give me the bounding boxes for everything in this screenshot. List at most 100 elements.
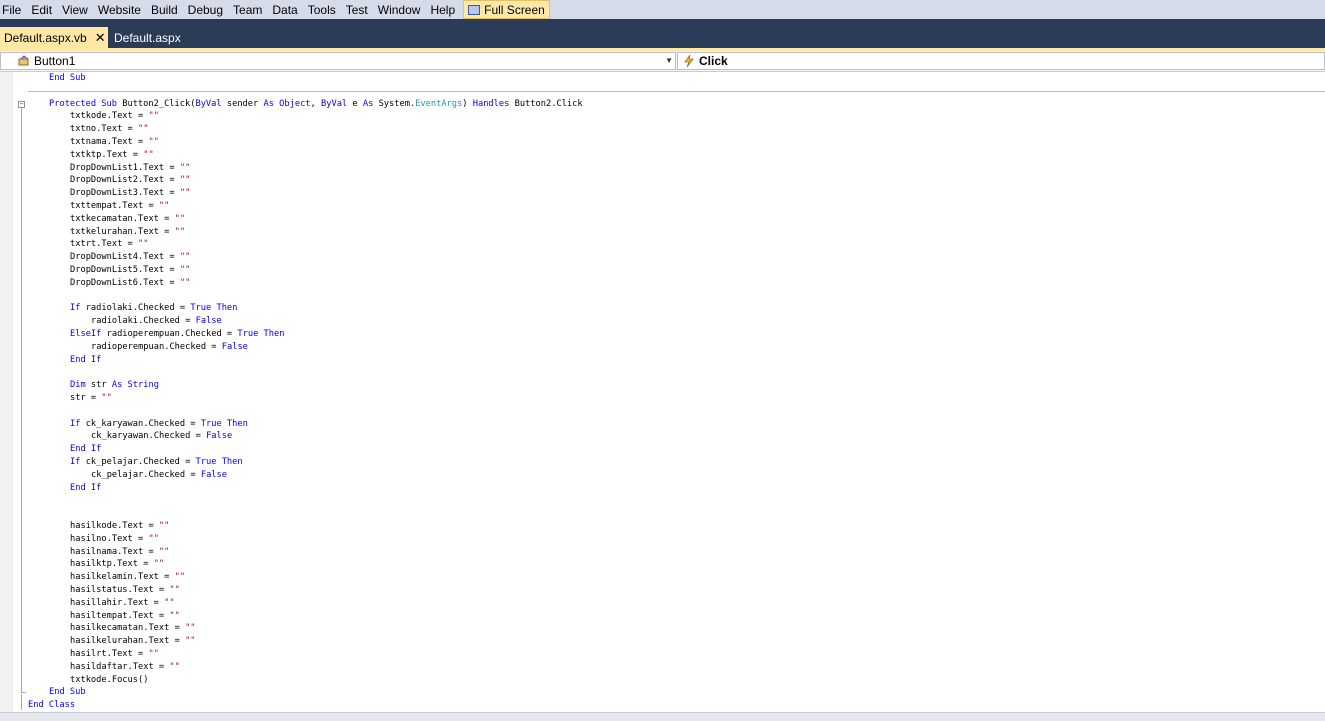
code-line[interactable]: radiolaki.Checked = False bbox=[91, 315, 222, 328]
code-line[interactable]: str = "" bbox=[70, 392, 112, 405]
code-token: radiolaki.Checked = bbox=[91, 316, 196, 327]
code-line[interactable]: DropDownList3.Text = "" bbox=[70, 187, 190, 200]
code-token: Dim bbox=[70, 380, 86, 391]
code-line[interactable]: hasilktp.Text = "" bbox=[70, 558, 164, 571]
code-line[interactable]: End If bbox=[70, 482, 101, 495]
code-token: hasilnama.Text = bbox=[70, 546, 159, 557]
code-line[interactable]: hasilstatus.Text = "" bbox=[70, 584, 180, 597]
class-name-combo[interactable]: Button1 ▼ bbox=[0, 52, 676, 70]
code-line[interactable]: DropDownList1.Text = "" bbox=[70, 162, 190, 175]
menu-item-window[interactable]: Window bbox=[373, 1, 426, 19]
code-token: str bbox=[85, 380, 112, 391]
code-token: True Then bbox=[190, 303, 238, 314]
code-line[interactable]: If radiolaki.Checked = True Then bbox=[70, 302, 237, 315]
tab-label: Default.aspx bbox=[114, 30, 181, 45]
code-token: End If bbox=[70, 444, 102, 455]
code-token: "" bbox=[179, 162, 191, 173]
code-token: sender bbox=[221, 98, 264, 109]
code-token: radiolaki.Checked = bbox=[80, 303, 191, 314]
code-line[interactable]: ElseIf radioperempuan.Checked = True The… bbox=[70, 328, 284, 341]
code-token: txtnama.Text = bbox=[70, 137, 149, 147]
code-token: hasilkode.Text = bbox=[70, 521, 159, 531]
code-line[interactable]: txtkelurahan.Text = "" bbox=[70, 226, 185, 239]
code-line[interactable]: hasillahir.Text = "" bbox=[70, 597, 175, 610]
code-line[interactable]: hasiltempat.Text = "" bbox=[70, 610, 180, 623]
menu-item-build[interactable]: Build bbox=[146, 1, 183, 19]
code-line[interactable]: ck_pelajar.Checked = False bbox=[91, 469, 227, 482]
code-line[interactable]: hasilkecamatan.Text = "" bbox=[70, 622, 196, 635]
code-line[interactable]: DropDownList2.Text = "" bbox=[70, 174, 190, 187]
menu-bar: File Edit View Website Build Debug Team Data Too… bbox=[0, 0, 1325, 19]
code-token: False bbox=[195, 316, 222, 327]
code-editor[interactable]: End Sub Protected Sub Button2_Click(ByVal… bbox=[0, 72, 1325, 712]
menu-item-tools[interactable]: Tools bbox=[303, 1, 341, 19]
tab-default-aspx-vb[interactable]: Default.aspx.vb ✕ bbox=[0, 27, 108, 48]
code-line[interactable]: End Sub bbox=[49, 686, 86, 699]
code-token: "" bbox=[179, 277, 191, 288]
code-token: hasillahir.Text = bbox=[70, 597, 165, 608]
code-line[interactable]: End If bbox=[70, 354, 101, 367]
code-token: "" bbox=[148, 137, 159, 147]
close-icon[interactable]: ✕ bbox=[95, 31, 106, 44]
code-line[interactable]: hasilkode.Text = "" bbox=[70, 520, 169, 533]
code-token: DropDownList4.Text = bbox=[70, 252, 180, 263]
code-line[interactable]: txtkode.Text = "" bbox=[70, 110, 159, 123]
code-line[interactable]: Dim str As String bbox=[70, 379, 159, 392]
code-line[interactable]: hasilnama.Text = "" bbox=[70, 546, 169, 559]
method-name-combo[interactable]: Click bbox=[677, 52, 1325, 70]
code-token: "" bbox=[169, 661, 180, 672]
chevron-down-icon[interactable]: ▼ bbox=[665, 56, 673, 65]
code-token: "" bbox=[174, 572, 186, 583]
full-screen-button[interactable]: Full Screen bbox=[463, 0, 550, 19]
code-token: "" bbox=[169, 610, 180, 621]
outline-guide bbox=[21, 107, 22, 693]
menu-item-website[interactable]: Website bbox=[93, 1, 146, 19]
menu-item-data[interactable]: Data bbox=[267, 1, 302, 19]
code-line[interactable]: txttempat.Text = "" bbox=[70, 200, 169, 213]
code-line[interactable]: hasilkelurahan.Text = "" bbox=[70, 635, 196, 648]
code-line[interactable]: DropDownList5.Text = "" bbox=[70, 264, 190, 277]
menu-item-view[interactable]: View bbox=[57, 1, 93, 19]
code-line[interactable]: ck_karyawan.Checked = False bbox=[91, 430, 232, 443]
code-line[interactable]: txtrt.Text = "" bbox=[70, 238, 148, 251]
code-token: False bbox=[200, 469, 227, 480]
code-token: End Class bbox=[28, 700, 76, 711]
code-line[interactable]: End If bbox=[70, 443, 101, 456]
editor-gutter bbox=[0, 72, 13, 712]
code-token: "" bbox=[179, 188, 191, 199]
code-line[interactable]: Protected Sub Button2_Click(ByVal sender… bbox=[49, 98, 583, 111]
code-token: As String bbox=[111, 380, 159, 391]
code-line[interactable]: hasilkelamin.Text = "" bbox=[70, 571, 185, 584]
code-line[interactable]: txtno.Text = "" bbox=[70, 123, 148, 136]
code-line[interactable]: hasilno.Text = "" bbox=[70, 533, 159, 546]
menu-item-file[interactable]: File bbox=[0, 1, 26, 19]
code-line[interactable]: DropDownList6.Text = "" bbox=[70, 277, 190, 290]
code-token: DropDownList5.Text = bbox=[70, 265, 180, 275]
code-line[interactable]: hasilrt.Text = "" bbox=[70, 648, 159, 661]
code-line[interactable]: hasildaftar.Text = "" bbox=[70, 661, 180, 674]
menu-item-debug[interactable]: Debug bbox=[183, 1, 228, 19]
code-token: EventArgs bbox=[415, 98, 463, 109]
menu-item-team[interactable]: Team bbox=[228, 1, 267, 19]
code-token: "" bbox=[143, 149, 154, 160]
code-line[interactable]: DropDownList4.Text = "" bbox=[70, 251, 190, 264]
code-line[interactable]: txtktp.Text = "" bbox=[70, 149, 154, 162]
code-line[interactable]: End Class bbox=[28, 699, 75, 712]
code-token: radioperempuan.Checked = bbox=[101, 329, 238, 339]
code-token: txtktp.Text = bbox=[70, 149, 144, 160]
tab-default-aspx[interactable]: Default.aspx bbox=[110, 27, 185, 48]
code-token: If bbox=[70, 303, 81, 314]
code-line[interactable]: txtnama.Text = "" bbox=[70, 136, 159, 149]
menu-item-help[interactable]: Help bbox=[425, 1, 460, 19]
collapse-toggle-icon[interactable]: − bbox=[18, 100, 25, 108]
code-line[interactable]: radioperempuan.Checked = False bbox=[91, 341, 248, 354]
code-line[interactable]: txtkecamatan.Text = "" bbox=[70, 213, 185, 226]
menu-item-test[interactable]: Test bbox=[341, 1, 373, 19]
code-line[interactable]: txtkode.Focus() bbox=[70, 674, 148, 687]
code-line[interactable]: If ck_pelajar.Checked = True Then bbox=[70, 456, 243, 469]
code-token: DropDownList3.Text = bbox=[70, 188, 180, 199]
outline-guide-end bbox=[21, 692, 26, 694]
code-line[interactable]: End Sub bbox=[49, 72, 86, 85]
code-line[interactable]: If ck_karyawan.Checked = True Then bbox=[70, 418, 248, 431]
menu-item-edit[interactable]: Edit bbox=[26, 1, 57, 19]
